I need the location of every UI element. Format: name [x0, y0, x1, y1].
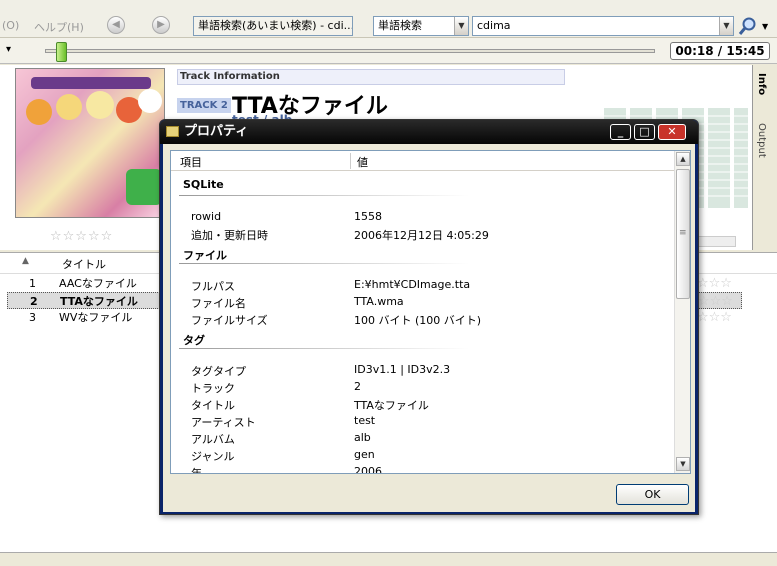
column-header-value[interactable]: 値 [357, 154, 368, 170]
property-list: 項目 値 SQLite rowid 1558 追加・更新日時 2006年12月1… [170, 150, 691, 474]
ok-button[interactable]: OK [616, 484, 689, 505]
time-display: 00:18 / 15:45 [670, 42, 770, 60]
row-number: 1 [29, 277, 36, 290]
properties-dialog: プロパティ _ □ ✕ 項目 値 SQLite rowid 1558 追加・更新… [159, 119, 699, 515]
track-info-header: Track Information [177, 69, 565, 85]
properties-icon [166, 126, 179, 137]
group-divider [179, 263, 469, 264]
forward-button[interactable]: ▶ [152, 16, 170, 34]
grip-icon: ≡ [679, 228, 687, 238]
prop-value: test [354, 414, 376, 427]
prop-value: 2006年12月12日 4:05:29 [354, 229, 489, 242]
prop-value: 2 [354, 380, 361, 393]
prop-key: タグタイプ [191, 365, 246, 378]
prop-key: 年 [191, 467, 202, 474]
search-mode-label: 単語検索 [378, 19, 422, 32]
tab-combo[interactable]: 単語検索(あいまい検索) - cdi... [193, 16, 353, 36]
prop-value: 1558 [354, 210, 382, 223]
scroll-up-button[interactable]: ▲ [676, 152, 690, 166]
group-divider [179, 348, 469, 349]
close-button[interactable]: ✕ [658, 124, 686, 140]
group-sqlite[interactable]: SQLite [183, 178, 224, 191]
side-tabs: Info Output [752, 65, 777, 250]
prop-value: E:¥hmt¥CDImage.tta [354, 278, 471, 291]
prop-value: TTAなファイル [354, 399, 429, 412]
menu-help[interactable]: ヘルプ(H) [34, 19, 84, 35]
back-arrow-icon: ◀ [112, 19, 120, 30]
row-rating[interactable]: ☆☆☆ [697, 309, 732, 326]
row-title: TTAなファイル [60, 295, 138, 308]
album-cover [15, 68, 165, 218]
prop-value: 2006 [354, 465, 382, 474]
row-number: 2 [30, 295, 38, 308]
horizontal-scrollbar[interactable] [0, 552, 777, 566]
minimize-button[interactable]: _ [610, 124, 631, 140]
chevron-down-icon: ▼ [719, 17, 733, 35]
menu-partial[interactable]: (O) [2, 19, 19, 32]
search-input-value: cdima [477, 19, 511, 32]
column-header-item[interactable]: 項目 [180, 154, 202, 170]
search-button[interactable] [738, 16, 758, 36]
maximize-button[interactable]: □ [634, 124, 655, 140]
prop-key: フルパス [191, 280, 235, 293]
prop-key: ファイルサイズ [191, 314, 268, 327]
prop-value: TTA.wma [354, 295, 404, 308]
row-title: AACなファイル [59, 277, 137, 290]
prop-key: rowid [191, 210, 222, 223]
prop-key: アルバム [191, 433, 235, 446]
group-divider [179, 195, 469, 196]
chevron-down-icon[interactable]: ▼ [762, 22, 768, 31]
sort-asc-icon[interactable]: ▲ [22, 256, 29, 274]
back-button[interactable]: ◀ [107, 16, 125, 34]
dialog-title: プロパティ [184, 124, 249, 139]
dialog-titlebar[interactable]: プロパティ _ □ ✕ [160, 120, 698, 144]
tab-info[interactable]: Info [756, 73, 767, 95]
group-tag[interactable]: タグ [183, 332, 205, 348]
scroll-down-button[interactable]: ▼ [676, 457, 690, 471]
prop-key: トラック [191, 382, 235, 395]
row-number: 3 [29, 311, 36, 324]
prop-value: alb [354, 431, 371, 444]
prop-key: ジャンル [191, 450, 235, 463]
column-divider [350, 153, 351, 169]
row-rating[interactable]: ☆☆☆ [697, 275, 732, 292]
row-title: WVなファイル [59, 311, 133, 324]
search-mode-select[interactable]: 単語検索 ▼ [373, 16, 469, 36]
seek-handle[interactable] [56, 42, 67, 62]
prop-key: タイトル [191, 399, 235, 412]
row-rating[interactable]: ☆☆☆ [698, 293, 733, 310]
format-badges [696, 236, 736, 247]
prop-key: 追加・更新日時 [191, 229, 268, 242]
seek-track[interactable] [45, 49, 655, 53]
vertical-scrollbar[interactable]: ▲ ≡ ▼ [674, 151, 690, 473]
tab-combo-label: 単語検索(あいまい検索) - cdi... [198, 19, 353, 32]
dialog-body: 項目 値 SQLite rowid 1558 追加・更新日時 2006年12月1… [163, 144, 695, 512]
prop-value: gen [354, 448, 375, 461]
property-list-header: 項目 値 [171, 151, 676, 171]
tab-output[interactable]: Output [756, 123, 767, 158]
chevron-down-icon: ▼ [454, 17, 468, 35]
scroll-thumb[interactable]: ≡ [676, 169, 690, 299]
search-input[interactable]: cdima ▼ [472, 16, 734, 36]
column-header-title[interactable]: タイトル [62, 256, 106, 274]
sidebar-dropdown[interactable]: ▾ [6, 44, 11, 55]
track-number-badge: TRACK 2 [177, 98, 231, 113]
forward-arrow-icon: ▶ [157, 19, 165, 30]
rating-stars[interactable]: ☆☆☆☆☆ [50, 229, 113, 244]
search-icon [738, 17, 756, 35]
prop-value: ID3v1.1 | ID3v2.3 [354, 363, 451, 376]
group-file[interactable]: ファイル [183, 247, 227, 263]
prop-key: アーティスト [191, 416, 256, 429]
prop-value: 100 バイト (100 バイト) [354, 314, 482, 327]
prop-key: ファイル名 [191, 297, 246, 310]
